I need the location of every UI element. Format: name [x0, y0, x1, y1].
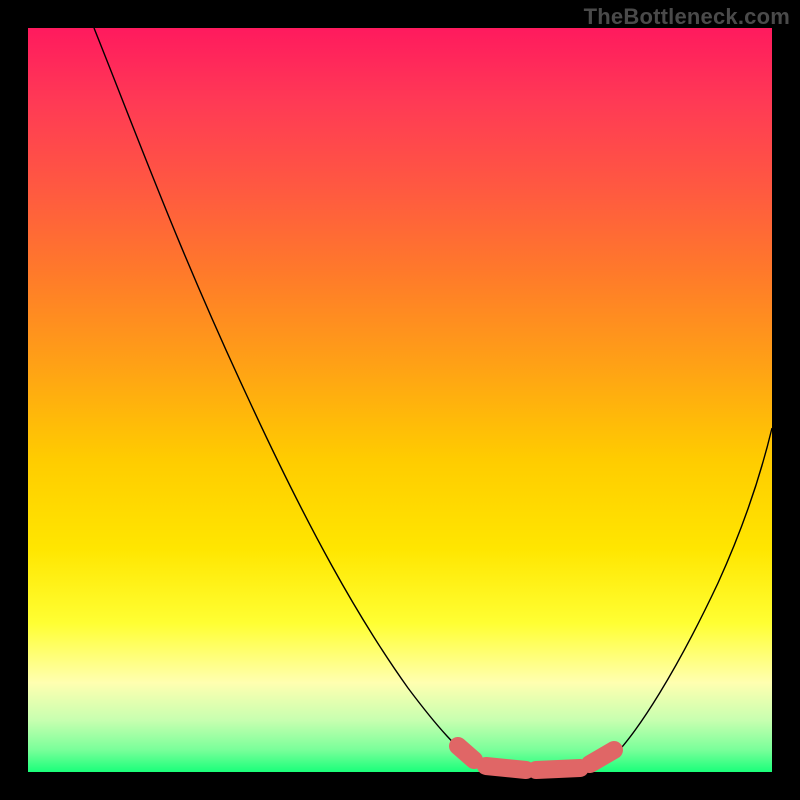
- curve-right-branch: [610, 428, 772, 760]
- valley-seg-1: [458, 746, 474, 760]
- valley-seg-4: [590, 750, 614, 764]
- valley-seg-2: [486, 766, 526, 770]
- watermark-text: TheBottleneck.com: [584, 4, 790, 30]
- valley-highlight-group: [458, 746, 614, 770]
- bottleneck-curve: [28, 28, 772, 772]
- curve-left-branch: [94, 28, 476, 762]
- valley-seg-3: [536, 768, 580, 770]
- chart-frame: TheBottleneck.com: [0, 0, 800, 800]
- plot-area: [28, 28, 772, 772]
